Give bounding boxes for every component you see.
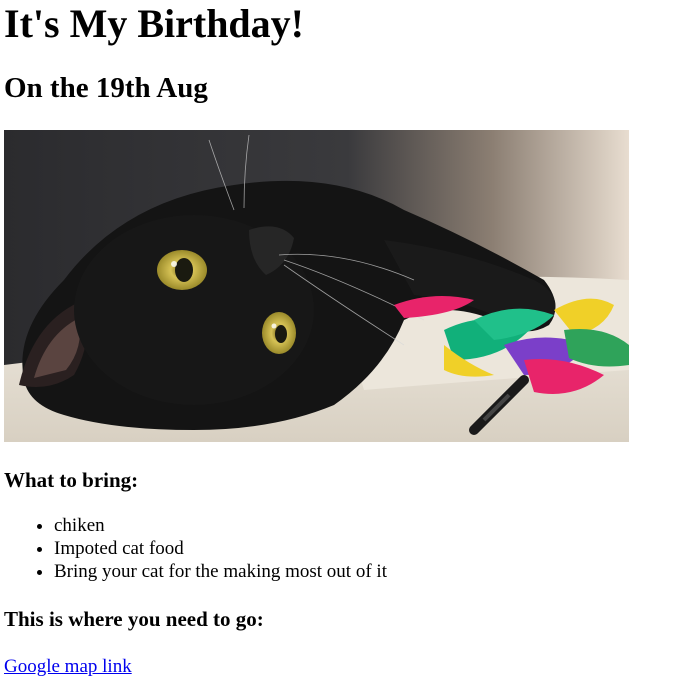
party-date: On the 19th Aug bbox=[4, 72, 208, 104]
page-title: It's My Birthday! bbox=[4, 1, 304, 46]
bring-heading: What to bring: bbox=[4, 468, 139, 492]
page-content: It's My Birthday! On the 19th Aug What t… bbox=[0, 0, 681, 679]
list-item: chiken bbox=[54, 514, 677, 537]
list-item: Impoted cat food bbox=[54, 537, 677, 560]
cat-photo bbox=[4, 130, 629, 442]
google-map-link[interactable]: Google map link bbox=[4, 655, 132, 679]
location-heading: This is where you need to go: bbox=[4, 607, 264, 631]
bring-list: chiken Impoted cat food Bring your cat f… bbox=[4, 514, 677, 583]
list-item: Bring your cat for the making most out o… bbox=[54, 560, 677, 583]
